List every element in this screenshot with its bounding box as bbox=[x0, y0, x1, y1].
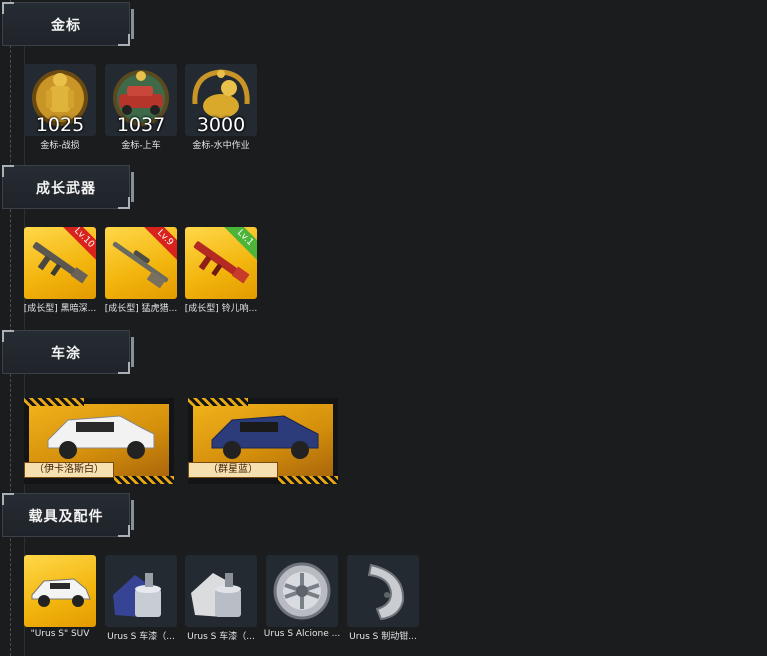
badge-count: 3000 bbox=[196, 114, 246, 136]
weapon-caption: [成长型] 黑暗深... bbox=[23, 304, 97, 314]
paint-can-blue-icon bbox=[113, 573, 161, 617]
suv-icon bbox=[31, 578, 91, 607]
weapon-caption: [成长型] 猛虎猎... bbox=[104, 304, 178, 314]
vehicle-skin-card[interactable]: （群星蓝） bbox=[188, 398, 338, 484]
badge-count: 1037 bbox=[116, 114, 166, 136]
gold-badge-caption: 金标-战损 bbox=[40, 141, 80, 151]
paint-can-white-icon bbox=[191, 573, 241, 617]
weapon-item[interactable]: Lv.1 bbox=[185, 227, 257, 299]
vehicle-part-caption: Urus S Alcione ... bbox=[263, 629, 341, 639]
vehicle-part-item[interactable] bbox=[347, 555, 419, 627]
vehicle-skin-card[interactable]: （伊卡洛斯白） bbox=[24, 398, 174, 484]
weapon-item[interactable]: Lv.9 bbox=[105, 227, 177, 299]
section-title: 金标 bbox=[51, 18, 81, 34]
gold-badge-caption: 金标-上车 bbox=[121, 141, 161, 151]
vehicle-part-caption: Urus S 制动钳... bbox=[349, 632, 417, 642]
section-title: 车涂 bbox=[51, 346, 81, 362]
weapon-caption: [成长型] 铃儿响... bbox=[184, 304, 258, 314]
gold-badge-item[interactable]: 1037 bbox=[105, 64, 177, 136]
section-title: 载具及配件 bbox=[28, 509, 104, 525]
vehicle-part-item[interactable] bbox=[105, 555, 177, 627]
vehicle-part-item[interactable] bbox=[24, 555, 96, 627]
section-header-weapons: 成长武器 bbox=[2, 165, 134, 209]
timeline-rail bbox=[10, 0, 11, 656]
vehicle-part-caption: Urus S 车漆（... bbox=[107, 632, 175, 642]
vehicle-skin-name: （伊卡洛斯白） bbox=[24, 462, 114, 478]
brake-caliper-icon bbox=[367, 563, 405, 621]
vehicle-part-caption: Urus S 车漆（... bbox=[187, 632, 255, 642]
weapon-item[interactable]: Lv.10 bbox=[24, 227, 96, 299]
badge-count: 1025 bbox=[35, 114, 85, 136]
gold-badge-item[interactable]: 1025 bbox=[24, 64, 96, 136]
vehicle-part-item[interactable] bbox=[266, 555, 338, 627]
section-title: 成长武器 bbox=[36, 181, 96, 197]
vehicle-part-item[interactable] bbox=[185, 555, 257, 627]
gold-badge-item[interactable]: 3000 bbox=[185, 64, 257, 136]
wheel-rim-icon bbox=[273, 562, 331, 620]
section-header-vehicles: 车涂 bbox=[2, 330, 134, 374]
vehicle-skin-name: （群星蓝） bbox=[188, 462, 278, 478]
section-header-gold: 金标 bbox=[2, 2, 134, 46]
section-header-parts: 载具及配件 bbox=[2, 493, 134, 537]
vehicle-part-caption: "Urus S" SUV bbox=[30, 629, 90, 639]
gold-badge-caption: 金标-水中作业 bbox=[192, 141, 250, 151]
